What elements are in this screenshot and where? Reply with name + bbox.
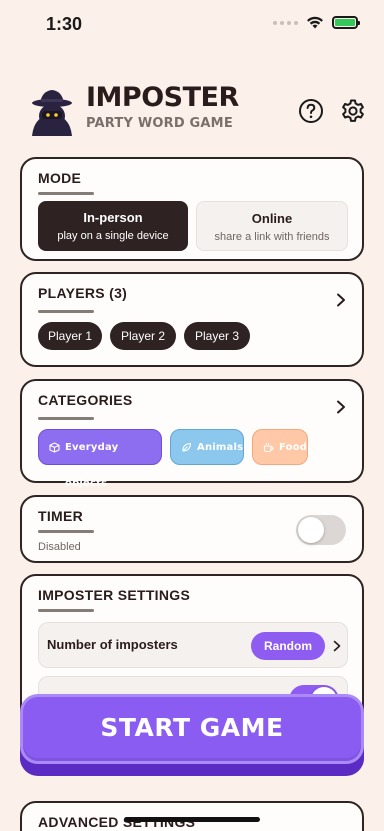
cup-icon: [263, 443, 274, 453]
mode-in-person-button[interactable]: In-person play on a single device: [38, 201, 188, 251]
mode-title: MODE: [38, 170, 82, 186]
chevron-right-icon: [333, 640, 341, 652]
mode-card: MODE In-person play on a single device O…: [20, 157, 364, 261]
chevron-right-icon[interactable]: [336, 400, 346, 414]
imposter-settings-title: IMPOSTER SETTINGS: [38, 587, 191, 603]
timer-card: TIMER Disabled: [20, 495, 364, 563]
category-chip-animals[interactable]: Animals: [170, 429, 244, 465]
categories-card[interactable]: CATEGORIES Everyday objects Animals Food: [20, 379, 364, 489]
battery-icon: [332, 16, 360, 29]
category-label: Everyday objects: [65, 442, 119, 489]
players-title: PLAYERS (3): [38, 285, 128, 301]
mode-online-button[interactable]: Online share a link with friends: [196, 201, 348, 251]
category-chip-food[interactable]: Food: [252, 429, 308, 465]
status-bar: 1:30: [0, 0, 384, 50]
title-underline: [38, 192, 94, 195]
home-indicator[interactable]: [124, 817, 260, 822]
timer-status: Disabled: [38, 541, 81, 553]
timer-title: TIMER: [38, 508, 84, 524]
app-header: IMPOSTER PARTY WORD GAME: [24, 80, 364, 140]
category-label: Food: [279, 442, 308, 453]
signal-icon: [273, 20, 298, 25]
players-card[interactable]: PLAYERS (3) Player 1 Player 2 Player 3: [20, 272, 364, 367]
mode-in-person-label: In-person: [83, 210, 143, 225]
advanced-settings-card[interactable]: ADVANCED SETTINGS: [20, 801, 364, 831]
app-title: IMPOSTER: [86, 82, 239, 113]
mode-in-person-sublabel: play on a single device: [57, 230, 169, 242]
mode-online-sublabel: share a link with friends: [214, 231, 330, 243]
toggle-knob: [298, 517, 324, 543]
title-underline: [38, 417, 94, 420]
number-of-imposters-label: Number of imposters: [47, 637, 178, 652]
number-of-imposters-row[interactable]: Number of imposters Random: [38, 622, 348, 668]
leaf-icon: [182, 442, 192, 452]
chevron-right-icon[interactable]: [336, 293, 346, 307]
help-icon[interactable]: [298, 98, 324, 124]
title-underline: [38, 530, 94, 533]
categories-title: CATEGORIES: [38, 392, 133, 408]
category-chip-everyday-objects[interactable]: Everyday objects: [38, 429, 162, 489]
status-time: 1:30: [46, 14, 83, 34]
start-game-button[interactable]: START GAME: [20, 694, 364, 764]
mode-online-label: Online: [251, 211, 293, 226]
title-underline: [38, 609, 94, 612]
number-of-imposters-value[interactable]: Random: [251, 632, 325, 660]
app-subtitle: PARTY WORD GAME: [86, 116, 233, 131]
gear-icon[interactable]: [340, 98, 366, 124]
wifi-icon: [307, 16, 323, 29]
timer-toggle[interactable]: [296, 515, 346, 545]
category-label: Animals: [197, 442, 244, 453]
player-chip[interactable]: Player 2: [110, 322, 176, 350]
spy-logo-icon: [32, 90, 72, 136]
title-underline: [38, 310, 94, 313]
cube-icon: [49, 442, 60, 453]
status-icons: [273, 16, 360, 29]
player-chip[interactable]: Player 1: [38, 322, 102, 350]
player-chip[interactable]: Player 3: [184, 322, 250, 350]
